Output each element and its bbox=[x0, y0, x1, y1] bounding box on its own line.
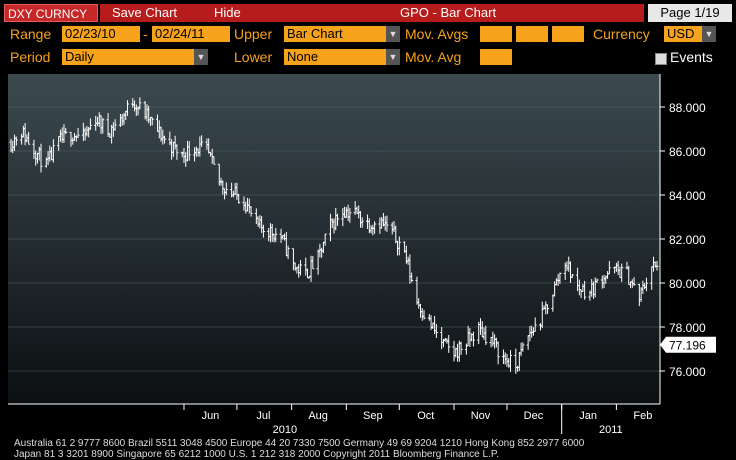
range-start-field[interactable]: 02/23/10 bbox=[62, 26, 140, 42]
hide-button[interactable]: Hide bbox=[214, 4, 241, 22]
events-label: Events bbox=[670, 49, 713, 65]
save-chart-button[interactable]: Save Chart bbox=[112, 4, 177, 22]
chevron-down-icon[interactable]: ▼ bbox=[386, 26, 400, 42]
range-label: Range bbox=[10, 26, 52, 42]
mov-avgs-label: Mov. Avgs bbox=[405, 26, 469, 42]
footer-contacts: Australia 61 2 9777 8600 Brazil 5511 304… bbox=[14, 438, 585, 449]
x-tick-label: Feb bbox=[633, 410, 652, 422]
period-select[interactable]: Daily bbox=[62, 49, 196, 65]
chevron-down-icon[interactable]: ▼ bbox=[194, 49, 208, 65]
y-tick-label: 80.000 bbox=[669, 277, 706, 291]
x-tick-label: Nov bbox=[471, 410, 491, 422]
currency-label: Currency bbox=[593, 26, 650, 42]
chevron-down-icon[interactable]: ▼ bbox=[386, 49, 400, 65]
range-separator: - bbox=[143, 26, 148, 42]
lower-label: Lower bbox=[234, 49, 273, 65]
page-indicator: Page 1/19 bbox=[648, 4, 732, 22]
x-tick-label: Jul bbox=[256, 410, 270, 422]
x-tick-label: Oct bbox=[417, 410, 434, 422]
year-label: 2011 bbox=[599, 424, 623, 436]
mov-avg-1-field[interactable] bbox=[480, 26, 512, 42]
upper-select[interactable]: Bar Chart bbox=[284, 26, 388, 42]
toolbar: Save Chart Hide GPO - Bar Chart bbox=[100, 4, 644, 22]
last-value-tag: 77.196 bbox=[660, 336, 716, 353]
y-tick-label: 84.000 bbox=[669, 189, 706, 203]
year-label: 2010 bbox=[273, 424, 297, 436]
mov-avg-label: Mov. Avg bbox=[405, 49, 462, 65]
x-tick-label: Dec bbox=[524, 410, 544, 422]
lower-select[interactable]: None bbox=[284, 49, 388, 65]
upper-label: Upper bbox=[234, 26, 273, 42]
ticker-field[interactable]: DXY CURNCY bbox=[4, 4, 98, 22]
y-tick-label: 76.000 bbox=[669, 365, 706, 379]
mov-avg-2-field[interactable] bbox=[516, 26, 548, 42]
chevron-down-icon[interactable]: ▼ bbox=[702, 26, 716, 42]
y-tick-label: 78.000 bbox=[669, 321, 706, 335]
x-tick-label: Jan bbox=[579, 410, 597, 422]
events-checkbox[interactable] bbox=[655, 53, 667, 65]
y-tick-label: 86.000 bbox=[669, 145, 706, 159]
y-tick-label: 82.000 bbox=[669, 233, 706, 247]
period-label: Period bbox=[10, 49, 51, 65]
chart-title: GPO - Bar Chart bbox=[400, 5, 497, 20]
x-tick-label: Jun bbox=[202, 410, 220, 422]
last-value-label: 77.196 bbox=[669, 339, 706, 353]
footer-copyright: Japan 81 3 3201 8900 Singapore 65 6212 1… bbox=[14, 449, 499, 460]
range-end-field[interactable]: 02/24/11 bbox=[152, 26, 230, 42]
currency-select[interactable]: USD bbox=[664, 26, 704, 42]
price-chart: 76.000 78.000 80.000 82.000 84.000 86.000 88.0… bbox=[0, 70, 736, 438]
y-tick-label: 88.000 bbox=[669, 101, 706, 115]
mov-avg-lower-field[interactable] bbox=[480, 49, 512, 65]
x-tick-label: Sep bbox=[363, 410, 383, 422]
mov-avg-3-field[interactable] bbox=[552, 26, 584, 42]
title-bar: DXY CURNCY Save Chart Hide GPO - Bar Cha… bbox=[0, 0, 736, 24]
x-tick-label: Aug bbox=[308, 410, 328, 422]
